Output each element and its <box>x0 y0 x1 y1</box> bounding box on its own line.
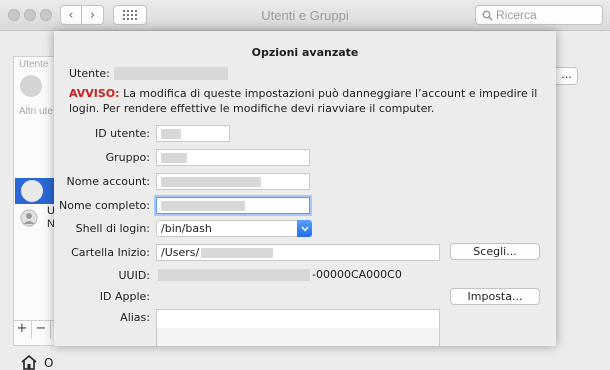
login-shell-label: Shell di login: <box>75 222 150 235</box>
login-shell-value: /bin/bash <box>161 222 212 235</box>
account-name-label: Nome account: <box>66 175 150 188</box>
house-icon <box>21 354 37 370</box>
redacted-user-id <box>161 129 181 139</box>
add-user-button[interactable]: + <box>13 321 32 339</box>
group-field[interactable] <box>156 149 310 166</box>
home-folder-field[interactable]: /Users/ <box>156 244 440 261</box>
search-field[interactable]: Ricerca <box>475 5 603 25</box>
user-icon <box>20 209 38 227</box>
alias-label: Alias: <box>120 311 150 324</box>
sheet-title: Opzioni avanzate <box>251 46 359 59</box>
title-bar: ‹ › Utenti e Gruppi Ricerca <box>0 0 610 31</box>
background-options-button[interactable]: ... <box>556 67 578 85</box>
warning-prefix: AVVISO: <box>69 87 120 100</box>
alias-list-row <box>157 328 439 346</box>
add-remove-bar: + − <box>13 320 55 339</box>
users-sidebar: Utente Altri ute U N O <box>13 56 55 370</box>
choose-button[interactable]: Scegli... <box>450 243 540 260</box>
redacted-account-name <box>161 177 261 187</box>
user-id-label: ID utente: <box>94 127 150 140</box>
login-options-item[interactable]: O <box>44 356 53 370</box>
avatar <box>20 75 42 97</box>
uuid-suffix: -00000CA000C0 <box>312 268 402 281</box>
other-users-section-label: Altri ute <box>19 106 53 117</box>
home-folder-label: Cartella Inizio: <box>71 246 150 259</box>
chevron-down-icon <box>297 220 312 237</box>
sidebar-selected-user[interactable] <box>15 178 55 204</box>
search-icon <box>482 10 493 20</box>
redacted-full-name <box>161 201 245 211</box>
redacted-username <box>114 67 228 80</box>
apple-id-label: ID Apple: <box>99 290 150 303</box>
home-folder-value: /Users/ <box>161 246 200 259</box>
current-user-section-label: Utente <box>19 59 49 70</box>
redacted-group-id <box>161 153 187 163</box>
login-shell-select[interactable]: /bin/bash <box>156 220 312 237</box>
alias-list[interactable] <box>156 309 440 346</box>
avatar <box>21 180 43 202</box>
user-id-field[interactable] <box>156 125 230 142</box>
set-apple-id-button[interactable]: Imposta... <box>450 288 540 305</box>
full-name-field[interactable] <box>156 197 310 214</box>
advanced-options-sheet: Opzioni avanzate Utente: AVVISO: La modi… <box>54 31 556 346</box>
group-label: Gruppo: <box>105 151 150 164</box>
remove-user-button[interactable]: − <box>32 321 51 339</box>
warning-message: AVVISO: La modifica di queste impostazio… <box>69 86 549 116</box>
user-label: Utente: <box>69 67 110 80</box>
warning-text: La modifica di queste impostazioni può d… <box>69 87 538 115</box>
full-name-label: Nome completo: <box>59 199 150 212</box>
search-placeholder: Ricerca <box>496 8 537 22</box>
account-name-field[interactable] <box>156 173 310 190</box>
uuid-label: UUID: <box>118 269 150 282</box>
redacted-home-folder <box>201 248 273 258</box>
redacted-uuid <box>158 269 310 281</box>
